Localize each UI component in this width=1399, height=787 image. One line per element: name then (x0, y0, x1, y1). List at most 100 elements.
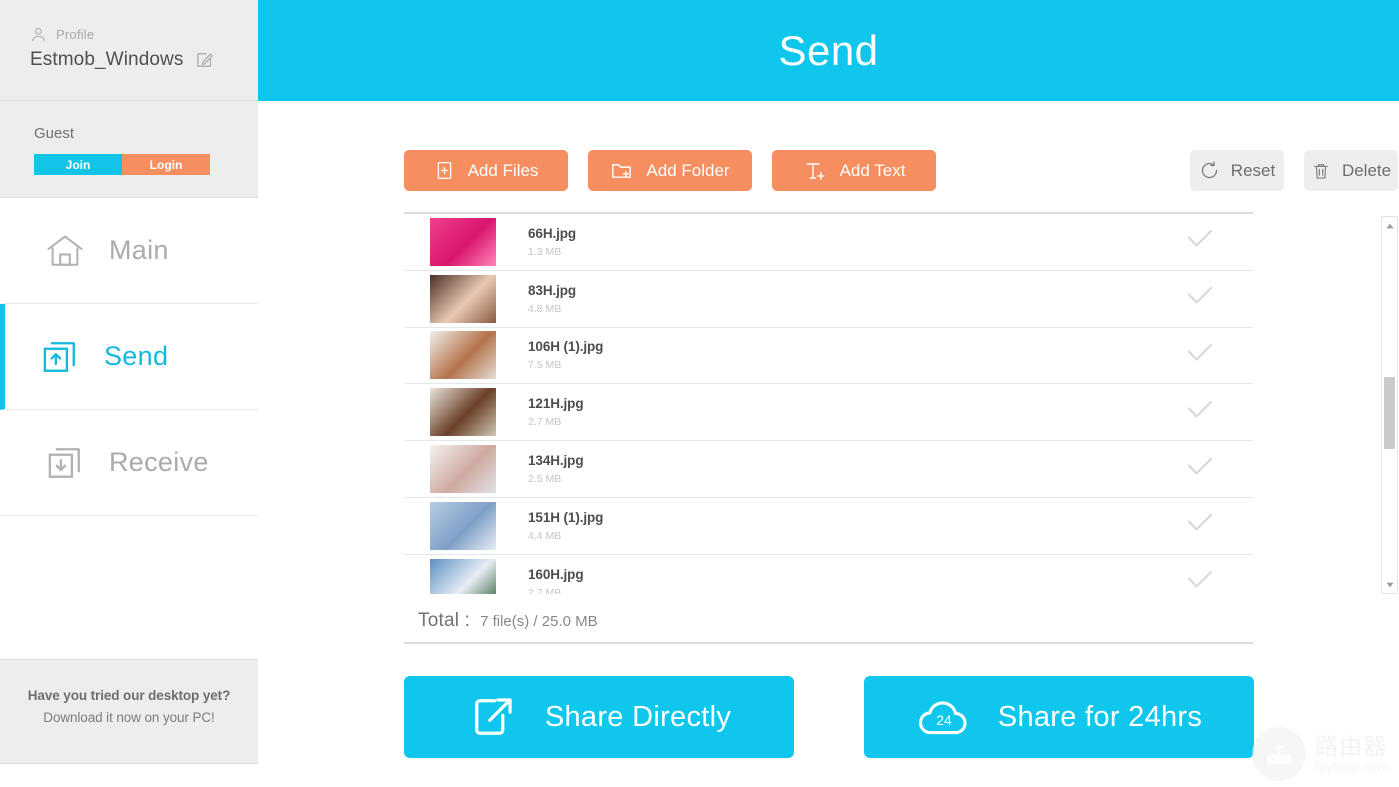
login-button[interactable]: Login (122, 154, 210, 175)
join-button[interactable]: Join (34, 154, 122, 175)
file-thumbnail (430, 388, 496, 437)
reset-button[interactable]: Reset (1190, 150, 1284, 191)
text-plus-icon (803, 159, 827, 183)
page-header: Send (258, 0, 1399, 101)
person-icon (30, 26, 47, 43)
scrollbar-thumb[interactable] (1384, 377, 1395, 449)
checkmark-icon[interactable] (1185, 512, 1215, 539)
app-window: Profile Estmob_Windows Guest Join Login (0, 0, 1399, 787)
file-thumbnail (430, 274, 496, 323)
scroll-down-arrow-icon[interactable] (1382, 577, 1397, 592)
send-up-arrow-icon (38, 335, 82, 379)
share-24hrs-label: Share for 24hrs (997, 700, 1203, 733)
profile-header: Profile (30, 26, 258, 43)
sidebar-item-receive[interactable]: Receive (0, 410, 258, 516)
total-label: Total : (418, 610, 471, 631)
guest-buttons: Join Login (34, 154, 258, 175)
file-name: 121H.jpg (528, 396, 584, 412)
file-meta: 83H.jpg 4.8 MB (528, 283, 1185, 315)
file-thumbnail (430, 558, 496, 594)
checkmark-icon[interactable] (1185, 342, 1215, 369)
file-meta: 134H.jpg 2.5 MB (528, 453, 1185, 485)
table-row[interactable]: 151H (1).jpg 4.4 MB (404, 498, 1253, 555)
share-24hrs-button[interactable]: 24 Share for 24hrs (864, 676, 1254, 758)
profile-section: Profile Estmob_Windows (0, 0, 258, 101)
share-directly-label: Share Directly (544, 700, 732, 733)
file-list-panel: 66H.jpg 1.3 MB 83H.jpg 4.8 MB 106H (1).jpg 7.… (404, 212, 1398, 594)
file-size: 2.5 MB (528, 473, 562, 486)
watermark: 路由器 luyouqi.com (1252, 727, 1389, 781)
checkmark-icon[interactable] (1185, 285, 1215, 312)
scroll-up-arrow-icon[interactable] (1382, 218, 1397, 233)
promo-line-2: Download it now on your PC! (43, 710, 215, 725)
profile-name-row: Estmob_Windows (30, 49, 258, 71)
file-name: 160H.jpg (528, 566, 584, 582)
file-thumbnail (430, 501, 496, 550)
add-folder-label: Add Folder (646, 160, 730, 180)
file-size: 4.8 MB (528, 302, 562, 315)
folder-plus-icon (610, 159, 633, 182)
file-list-scrollbar[interactable] (1381, 216, 1398, 594)
file-size: 1.3 MB (528, 245, 562, 258)
table-row[interactable]: 66H.jpg 1.3 MB (404, 214, 1253, 271)
table-row[interactable]: 121H.jpg 2.7 MB (404, 384, 1253, 442)
add-text-label: Add Text (839, 160, 906, 180)
file-meta: 151H (1).jpg 4.4 MB (528, 510, 1185, 542)
table-row[interactable]: 160H.jpg 2.7 MB (404, 555, 1253, 594)
promo-line-1: Have you tried our desktop yet? (27, 688, 231, 703)
guest-section: Guest Join Login (0, 101, 258, 198)
watermark-text: 路由器 luyouqi.com (1315, 734, 1389, 773)
file-size: 2.7 MB (528, 586, 562, 594)
external-link-icon (467, 691, 519, 743)
sidebar-nav: Main Send Receive (0, 198, 258, 516)
sidebar-footer-strip (0, 763, 258, 787)
checkmark-icon[interactable] (1185, 228, 1215, 255)
file-name: 83H.jpg (528, 282, 577, 298)
toolbar-secondary-actions: Reset Delete (1190, 150, 1398, 191)
profile-label: Profile (56, 27, 95, 42)
checkmark-icon[interactable] (1185, 399, 1215, 426)
reset-label: Reset (1230, 160, 1276, 180)
delete-button[interactable]: Delete (1304, 150, 1398, 191)
trash-icon (1311, 161, 1331, 181)
file-name: 66H.jpg (528, 225, 577, 241)
edit-pencil-icon[interactable] (195, 50, 215, 70)
add-files-label: Add Files (467, 160, 539, 180)
file-size: 2.7 MB (528, 416, 562, 429)
file-thumbnail (430, 331, 496, 380)
file-thumbnail (430, 445, 496, 494)
file-size: 4.4 MB (528, 529, 562, 542)
receive-down-arrow-icon (43, 441, 87, 485)
cloud-24-icon: 24 (916, 694, 972, 740)
sidebar-item-main[interactable]: Main (0, 198, 258, 304)
file-plus-icon (434, 160, 455, 181)
add-folder-button[interactable]: Add Folder (588, 150, 752, 191)
file-thumbnail (430, 217, 496, 266)
share-directly-button[interactable]: Share Directly (404, 676, 794, 758)
sidebar: Profile Estmob_Windows Guest Join Login (0, 0, 258, 787)
guest-label: Guest (34, 125, 75, 142)
file-meta: 160H.jpg 2.7 MB (528, 567, 1185, 594)
total-value: 7 file(s) / 25.0 MB (480, 612, 598, 630)
add-text-button[interactable]: Add Text (772, 150, 936, 191)
file-name: 106H (1).jpg (528, 339, 604, 355)
file-list[interactable]: 66H.jpg 1.3 MB 83H.jpg 4.8 MB 106H (1).jpg 7.… (404, 214, 1253, 594)
sidebar-item-label-receive: Receive (109, 447, 209, 477)
watermark-en: luyouqi.com (1315, 758, 1389, 774)
table-row[interactable]: 106H (1).jpg 7.5 MB (404, 328, 1253, 385)
toolbar: Add Files Add Folder Add Text Reset Dele… (404, 150, 1398, 191)
checkmark-icon[interactable] (1185, 456, 1215, 483)
sidebar-item-label-main: Main (109, 235, 169, 265)
table-row[interactable]: 134H.jpg 2.5 MB (404, 441, 1253, 498)
file-meta: 121H.jpg 2.7 MB (528, 396, 1185, 428)
refresh-circle-icon (1199, 160, 1220, 181)
add-files-button[interactable]: Add Files (404, 150, 568, 191)
home-icon (43, 229, 87, 273)
total-row: Total : 7 file(s) / 25.0 MB (404, 600, 1253, 644)
file-meta: 106H (1).jpg 7.5 MB (528, 339, 1185, 371)
file-name: 134H.jpg (528, 453, 584, 469)
sidebar-item-send[interactable]: Send (0, 304, 258, 410)
svg-text:24: 24 (936, 712, 952, 728)
checkmark-icon[interactable] (1185, 569, 1215, 594)
table-row[interactable]: 83H.jpg 4.8 MB (404, 271, 1253, 328)
